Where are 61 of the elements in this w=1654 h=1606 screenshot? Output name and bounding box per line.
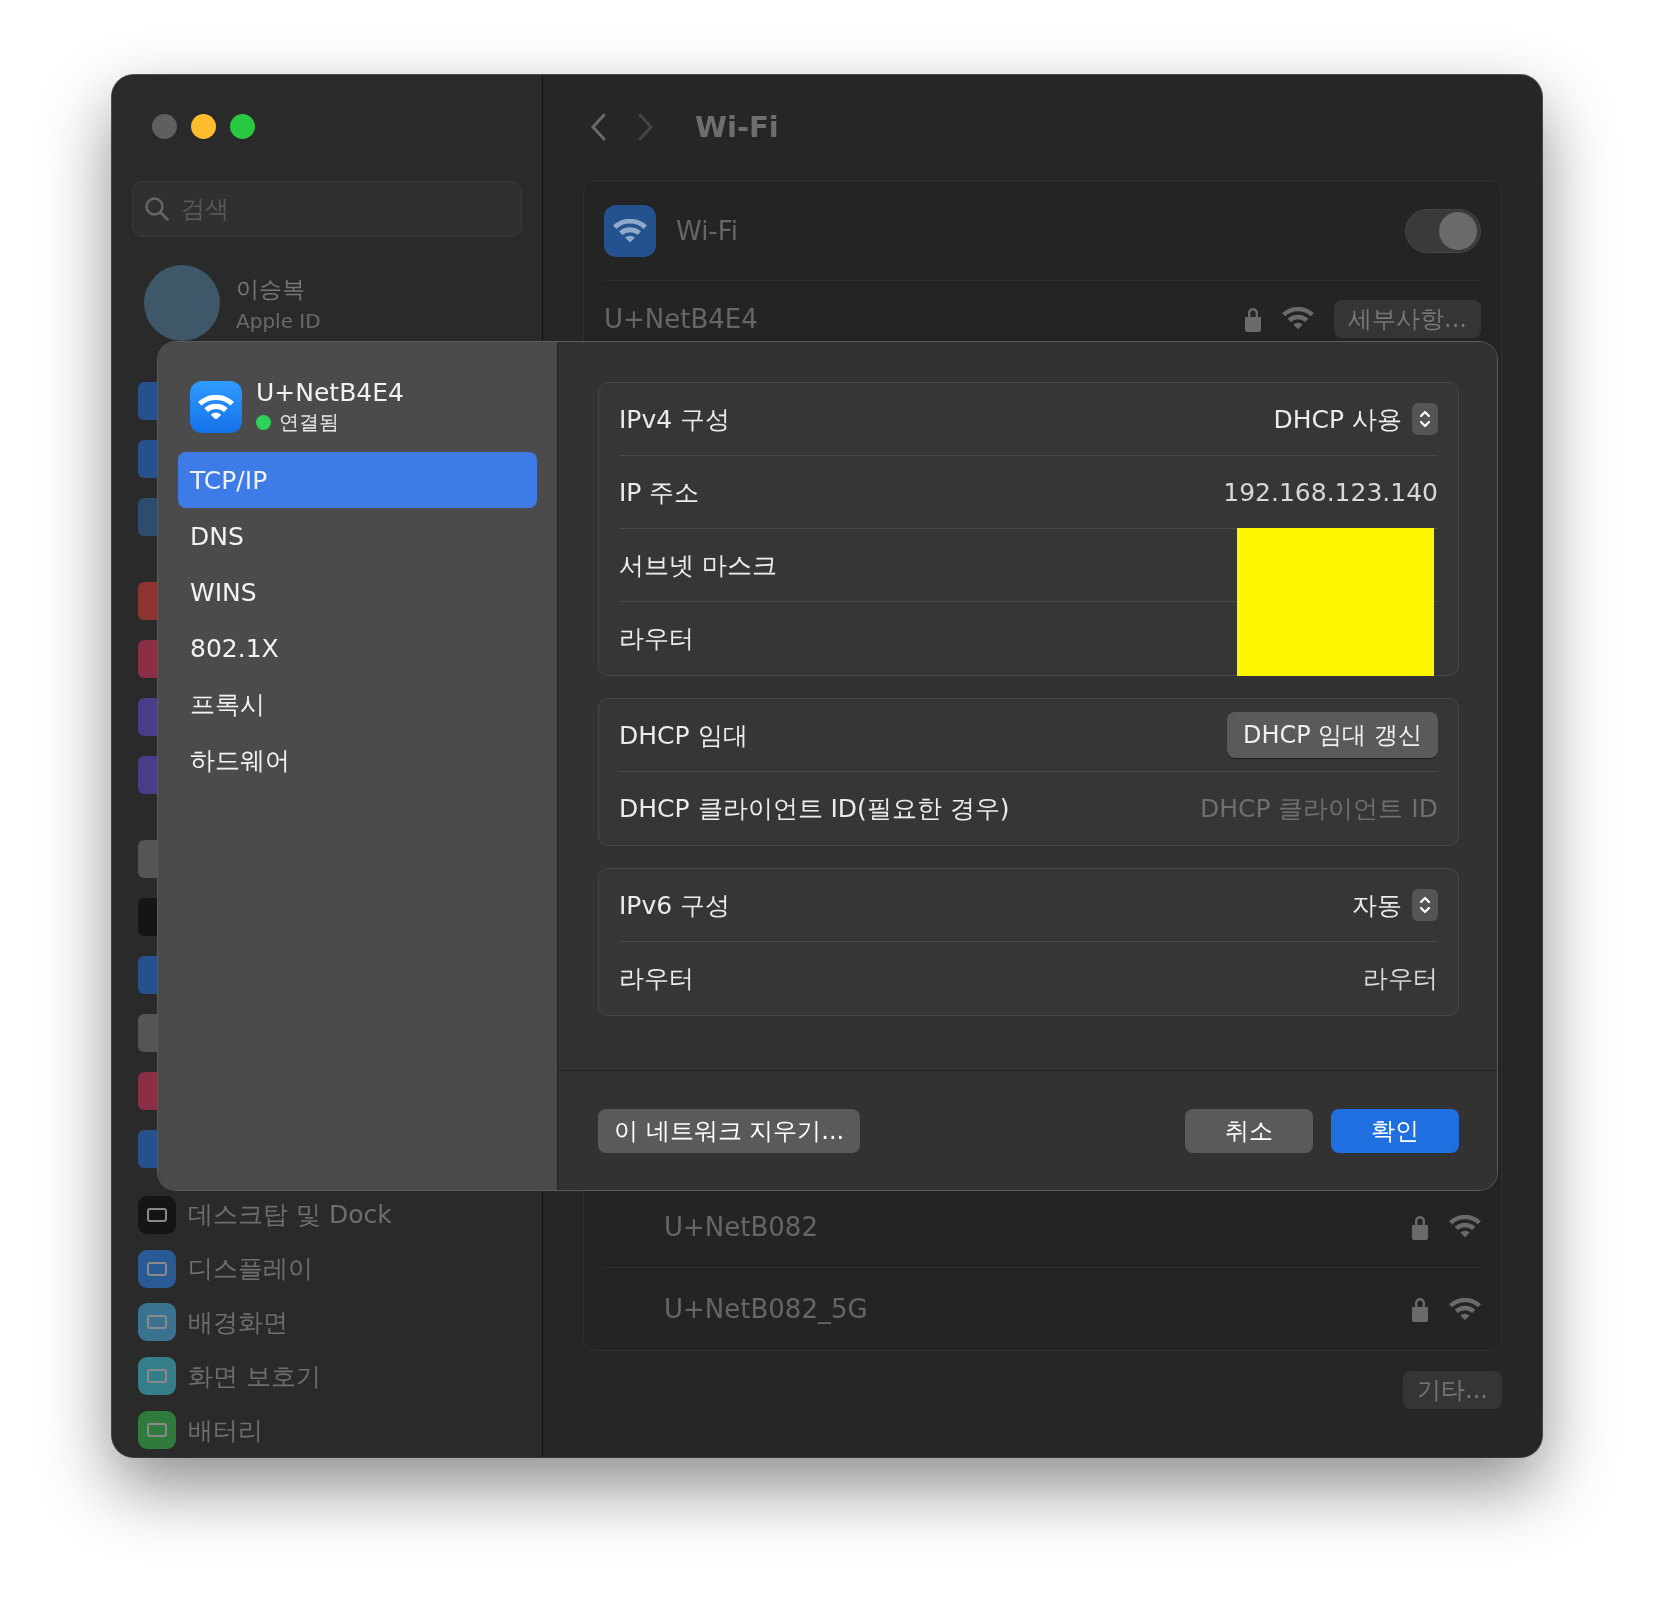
popup-button[interactable]: DHCP 사용	[1273, 402, 1438, 436]
sidebar-label: 디스플레이	[188, 1253, 313, 1286]
details-button[interactable]: 세부사항...	[1334, 299, 1481, 338]
sidebar-item[interactable]: 화면 보호기	[132, 1349, 522, 1404]
account-subtitle: Apple ID	[236, 308, 321, 333]
sidebar-label: 데스크탑 및 Dock	[188, 1199, 392, 1232]
wifi-toggle[interactable]	[1405, 208, 1481, 253]
other-button[interactable]: 기타...	[1403, 1371, 1502, 1409]
row-label: DHCP 임대	[619, 719, 748, 752]
wifi-icon	[613, 218, 647, 243]
row-label: 라우터	[619, 623, 694, 655]
lock-icon	[1411, 1213, 1429, 1240]
network-name[interactable]: U+NetB082	[664, 1211, 818, 1242]
wifi-signal-icon	[1282, 307, 1315, 330]
row-label: IP 주소	[619, 476, 700, 509]
sidebar-label: 배경화면	[188, 1307, 288, 1339]
ok-button[interactable]: 확인	[1331, 1108, 1459, 1153]
row-label: DHCP 클라이언트 ID(필요한 경우)	[619, 793, 1010, 825]
row-label: IPv4 구성	[619, 403, 731, 436]
account-name: 이승복	[236, 274, 306, 304]
lock-icon	[1244, 305, 1263, 332]
row-label: 서브넷 마스크	[619, 549, 777, 582]
status-text: 연결됨	[279, 409, 339, 436]
forward-icon[interactable]	[637, 112, 655, 142]
client-id-field[interactable]: DHCP 클라이언트 ID	[1078, 794, 1438, 823]
search-icon	[144, 196, 170, 222]
updown-icon	[1412, 403, 1438, 435]
wifi-signal-icon	[1449, 1215, 1481, 1238]
window-control[interactable]	[230, 114, 255, 139]
updown-icon	[1412, 889, 1438, 921]
wifi-signal-icon	[1449, 1297, 1481, 1321]
status-dot	[256, 415, 271, 430]
sidebar-item[interactable]: 배경화면	[132, 1295, 522, 1350]
network-name[interactable]: U+NetB082_5G	[664, 1294, 868, 1324]
popup-button[interactable]: 자동	[1352, 888, 1438, 922]
sidebar-item[interactable]: 데스크탑 및 Dock	[132, 1188, 522, 1242]
tab[interactable]: 802.1X	[178, 620, 537, 676]
tab[interactable]: TCP/IP	[178, 452, 537, 508]
back-icon[interactable]	[589, 112, 607, 142]
window-control[interactable]	[191, 114, 216, 139]
wifi-label: Wi-Fi	[676, 215, 739, 246]
value-text: 192.168.123.140	[1223, 477, 1438, 507]
cancel-button[interactable]: 취소	[1185, 1108, 1313, 1153]
row-label: IPv6 구성	[619, 889, 731, 922]
tab[interactable]: 프록시	[178, 676, 537, 732]
sidebar-label: 화면 보호기	[188, 1360, 321, 1393]
page-title: Wi-Fi	[695, 110, 779, 144]
network-name: U+NetB4E4	[256, 378, 404, 407]
value-text: 라우터	[1363, 963, 1438, 995]
renew-button[interactable]: DHCP 임대 갱신	[1227, 712, 1438, 758]
sidebar-item[interactable]: 디스플레이	[132, 1241, 522, 1296]
sidebar-label: 배터리	[188, 1414, 263, 1447]
forget-button[interactable]: 이 네트워크 지우기...	[598, 1108, 861, 1153]
tab[interactable]: DNS	[178, 508, 537, 564]
wifi-icon	[198, 394, 234, 420]
tab[interactable]: WINS	[178, 564, 537, 620]
tab[interactable]: 하드웨어	[178, 732, 537, 788]
network-name: U+NetB4E4	[604, 303, 758, 334]
lock-icon	[1411, 1296, 1429, 1322]
sidebar-item[interactable]: 배터리	[132, 1403, 522, 1457]
row-label: 라우터	[619, 963, 694, 995]
